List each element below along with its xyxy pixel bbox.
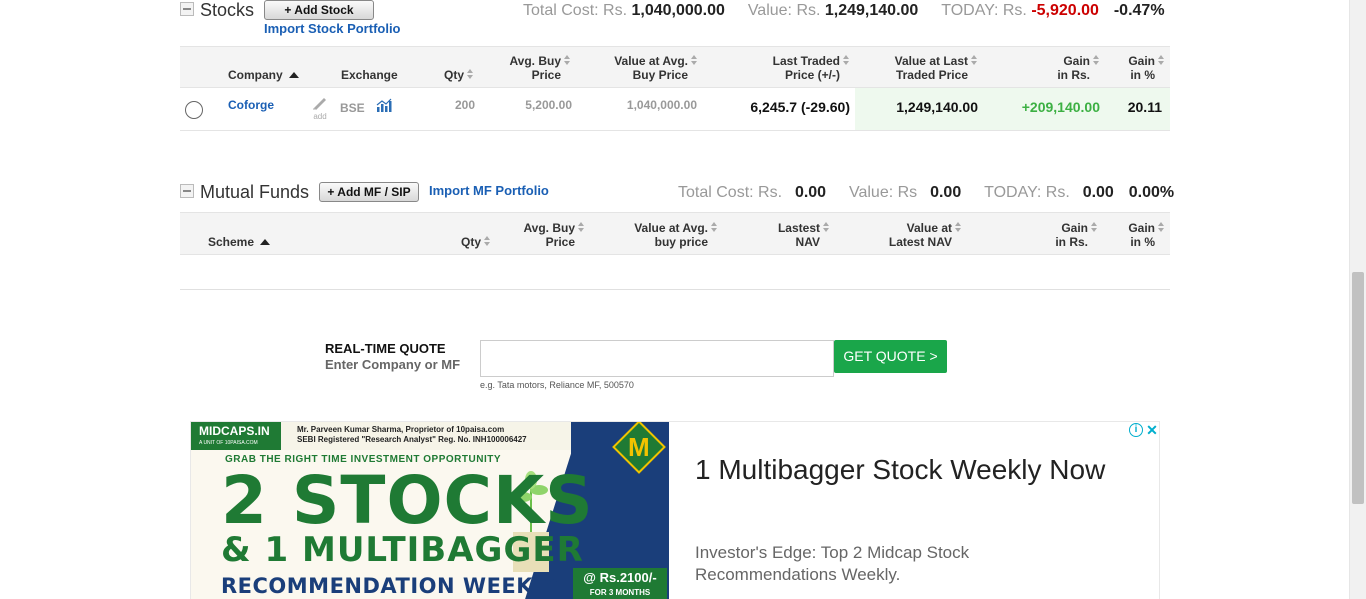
col-value-at-last-traded-price[interactable]: Value at Last Traded Price (895, 54, 978, 82)
sort-icon (1093, 55, 1100, 66)
sort-icon (691, 55, 698, 66)
collapse-stocks-icon[interactable] (180, 2, 194, 16)
add-stock-button[interactable]: + Add Stock (264, 0, 374, 20)
col-scheme[interactable]: Scheme (208, 235, 271, 249)
scrollbar-thumb[interactable] (1352, 272, 1364, 504)
row-select-radio[interactable] (185, 101, 203, 119)
mf-today-value: 0.00 (1082, 184, 1114, 201)
mf-total-cost-value: 0.00 (794, 184, 827, 201)
ad-disclaimer: Mr. Parveen Kumar Sharma, Proprietor of … (297, 425, 527, 444)
sort-icon (843, 55, 850, 66)
ad-headline[interactable]: 1 Multibagger Stock Weekly Now (695, 450, 1115, 490)
import-mf-portfolio-link[interactable]: Import MF Portfolio (429, 183, 549, 198)
col-gain-pct[interactable]: Gain in % (1128, 54, 1165, 82)
table-row: Coforge add BSE 200 5,200.00 1,040,000.0… (180, 88, 1170, 131)
col-mf-gain-pct[interactable]: Gain in % (1128, 221, 1165, 249)
ad-info-icon[interactable]: i (1129, 423, 1143, 437)
col-company[interactable]: Company (228, 68, 299, 82)
ad-headline-stocks: 2 STOCKS (221, 462, 594, 539)
quote-example-hint: e.g. Tata motors, Reliance MF, 500570 (480, 380, 634, 390)
advertisement[interactable]: MIDCAPS.IN A UNIT OF 10PAISA.COM Mr. Par… (190, 421, 1160, 599)
quote-subtitle: Enter Company or MF (325, 357, 461, 372)
quote-search-input[interactable] (480, 340, 834, 377)
last-traded-price-value: 6,245.7 (-29.60) (750, 99, 850, 115)
company-link[interactable]: Coforge (228, 98, 274, 112)
collapse-mf-icon[interactable] (180, 184, 194, 198)
ad-headline-recommendation: RECOMMENDATION WEEKLY (221, 574, 560, 598)
value-at-last-traded-value: 1,249,140.00 (896, 99, 978, 115)
mf-section-title: Mutual Funds (200, 182, 310, 202)
stocks-table-header: Company Exchange Qty Avg. Buy Price Value… (180, 46, 1170, 88)
sort-icon (1158, 55, 1165, 66)
col-exchange[interactable]: Exchange (341, 68, 398, 82)
col-qty[interactable]: Qty (444, 68, 474, 82)
col-mf-gain-rs[interactable]: Gain in Rs. (1055, 221, 1098, 249)
chart-icon[interactable] (376, 98, 392, 115)
section-divider (180, 289, 1170, 290)
sort-icon (578, 222, 585, 233)
stocks-today-label: TODAY: Rs. (941, 2, 1027, 19)
avg-buy-price-value: 5,200.00 (525, 98, 572, 112)
sort-asc-icon (288, 72, 299, 78)
mf-total-cost-label: Total Cost: Rs. (678, 184, 783, 201)
stocks-today-pct: -0.47% (1113, 2, 1165, 19)
exchange-value: BSE (340, 101, 365, 115)
stocks-section-title: Stocks (200, 0, 255, 20)
sort-icon (1158, 222, 1165, 233)
col-mf-value-at-latest-nav[interactable]: Value at Latest NAV (889, 221, 962, 249)
page-scrollbar[interactable] (1349, 0, 1366, 599)
gain-rs-value: +209,140.00 (1021, 99, 1100, 115)
add-transaction-icon[interactable]: add (312, 96, 328, 121)
ad-description[interactable]: Investor's Edge: Top 2 Midcap Stock Reco… (695, 542, 1015, 586)
quote-title: REAL-TIME QUOTE (325, 341, 446, 356)
stocks-today-value: -5,920.00 (1031, 2, 1099, 19)
stocks-value-value: 1,249,140.00 (824, 2, 919, 19)
value-at-avg-buy-value: 1,040,000.00 (626, 98, 697, 112)
col-mf-qty[interactable]: Qty (461, 235, 491, 249)
sort-icon (971, 55, 978, 66)
col-gain-rs[interactable]: Gain in Rs. (1057, 54, 1100, 82)
gain-pct-value: 20.11 (1127, 99, 1162, 115)
stocks-value-label: Value: Rs. (747, 2, 821, 19)
col-value-at-avg-buy-price[interactable]: Value at Avg. Buy Price (614, 54, 698, 82)
sort-asc-icon (260, 239, 271, 245)
qty-value: 200 (454, 98, 475, 112)
mf-summary: Total Cost: Rs. 0.00 Value: Rs 0.00 TODA… (678, 184, 1174, 202)
col-mf-avg-buy-price[interactable]: Avg. Buy Price (523, 221, 585, 249)
sort-icon (823, 222, 830, 233)
sort-icon (484, 236, 491, 247)
ad-banner-image[interactable]: MIDCAPS.IN A UNIT OF 10PAISA.COM Mr. Par… (191, 422, 669, 599)
mf-value-label: Value: Rs (848, 184, 918, 201)
add-label: add (313, 112, 327, 121)
col-avg-buy-price[interactable]: Avg. Buy Price (509, 54, 571, 82)
ad-close-icon[interactable]: ✕ (1145, 423, 1159, 437)
mf-table-header: Scheme Qty Avg. Buy Price Value at Avg. bu… (180, 212, 1170, 255)
stocks-total-cost-value: 1,040,000.00 (631, 2, 725, 19)
mf-value-value: 0.00 (930, 184, 962, 201)
sort-icon (467, 69, 474, 80)
sort-icon (1091, 222, 1098, 233)
stocks-total-cost-label: Total Cost: Rs. (523, 2, 628, 19)
sort-icon (955, 222, 962, 233)
col-mf-latest-nav[interactable]: Lastest NAV (778, 221, 830, 249)
ad-headline-multibagger: & 1 MULTIBAGGER (221, 530, 584, 570)
get-quote-button[interactable]: GET QUOTE > (834, 340, 947, 373)
import-stock-portfolio-link[interactable]: Import Stock Portfolio (264, 21, 401, 36)
ad-price-badge: @ Rs.2100/- FOR 3 MONTHS (573, 568, 667, 599)
stocks-summary: Total Cost: Rs. 1,040,000.00 Value: Rs. … (523, 2, 1165, 20)
add-mf-sip-button[interactable]: + Add MF / SIP (319, 182, 419, 202)
ad-logo: MIDCAPS.IN A UNIT OF 10PAISA.COM (191, 422, 281, 450)
col-last-traded-price[interactable]: Last Traded Price (+/-) (773, 54, 850, 82)
ad-choices[interactable]: i ✕ (1129, 422, 1159, 438)
sort-icon (564, 55, 571, 66)
mf-today-label: TODAY: Rs. (984, 184, 1070, 201)
mf-today-pct: 0.00% (1128, 184, 1175, 201)
sort-icon (711, 222, 718, 233)
col-mf-value-at-avg-buy-price[interactable]: Value at Avg. buy price (634, 221, 718, 249)
